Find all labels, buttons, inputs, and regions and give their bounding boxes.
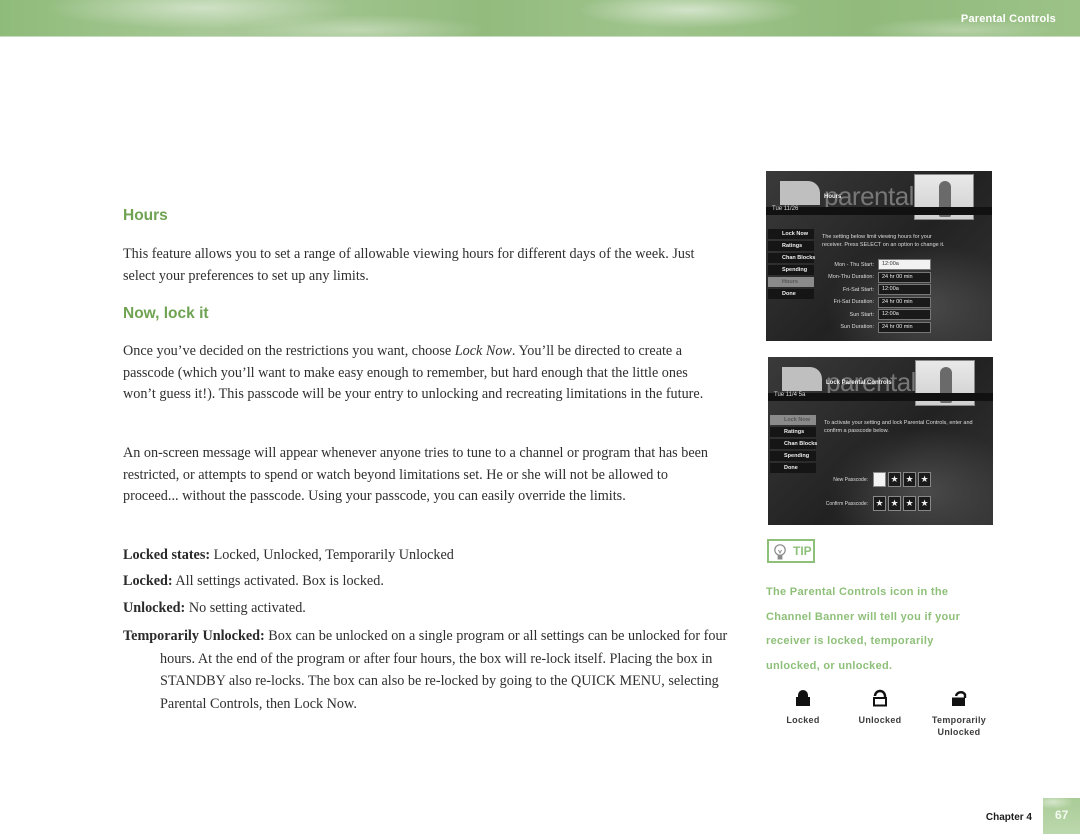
tip-text: The Parental Controls icon in the Channe… bbox=[766, 586, 961, 672]
setting-label: Fri-Sat Start: bbox=[842, 286, 874, 293]
hours-heading: Hours bbox=[123, 207, 168, 224]
passcode-digit: ★ bbox=[888, 496, 901, 511]
definition-temporarily-unlocked: Temporarily Unlocked: Box can be unlocke… bbox=[123, 625, 752, 715]
lock-closed-icon bbox=[763, 689, 843, 707]
passcode-digit: ★ bbox=[903, 496, 916, 511]
menu-item: Lock Now bbox=[768, 229, 814, 239]
menu-item: Spending bbox=[768, 265, 814, 275]
legend-label: Locked bbox=[786, 715, 820, 725]
term: Locked: bbox=[123, 573, 173, 589]
provider-logo bbox=[782, 367, 822, 391]
menu-item: Done bbox=[768, 289, 814, 299]
lock-text-a: Once you’ve decided on the restrictions … bbox=[123, 343, 455, 359]
setting-value: 24 hr 00 min bbox=[878, 321, 931, 333]
hours-screen-image: parental Hours Tue 11/26 Lock Now Rating… bbox=[766, 171, 992, 341]
definition: No setting activated. bbox=[185, 600, 306, 616]
term: Temporarily Unlocked: bbox=[123, 628, 265, 644]
lock-now-emphasis: Lock Now bbox=[454, 343, 512, 359]
menu-item: Ratings bbox=[768, 241, 814, 251]
new-passcode-label: New Passcode: bbox=[833, 476, 868, 483]
screen-menu: Lock Now Ratings Chan Blocks Spending Ho… bbox=[768, 229, 815, 301]
lightbulb-icon bbox=[773, 544, 787, 566]
confirm-passcode-row: Confirm Passcode: ★ ★ ★ ★ bbox=[822, 496, 933, 511]
hours-settings: Mon - Thu Start: 12:00a Mon-Thu Duration:… bbox=[816, 259, 931, 334]
setting-label: Mon-Thu Duration: bbox=[828, 274, 874, 280]
tip-badge: TIP bbox=[767, 539, 815, 563]
screen-menu: Lock Now Ratings Chan Blocks Spending Do… bbox=[770, 415, 817, 475]
screen-description: To activate your setting and lock Parent… bbox=[824, 420, 973, 434]
setting-row: Sun Start: 12:00a bbox=[816, 309, 931, 320]
menu-item: Ratings bbox=[770, 427, 816, 437]
setting-value: 24 hr 00 min bbox=[878, 296, 931, 308]
passcode-digit: ★ bbox=[873, 496, 886, 511]
menu-item: Chan Blocks bbox=[768, 253, 815, 263]
page-number: 67 bbox=[1055, 808, 1069, 822]
setting-row: Mon - Thu Start: 12:00a bbox=[816, 259, 931, 270]
new-passcode-row: New Passcode: ★ ★ ★ bbox=[822, 472, 933, 487]
lock-open-icon bbox=[840, 689, 920, 707]
setting-value: 24 hr 00 min bbox=[878, 271, 931, 283]
lock-screen-image: parental Lock Parental Controls Tue 11/4… bbox=[768, 357, 993, 525]
setting-row: Sun Duration: 24 hr 00 min bbox=[816, 321, 931, 333]
passcode-digit: ★ bbox=[918, 496, 931, 511]
locked-state-legend: Locked bbox=[763, 689, 843, 726]
definition-locked: Locked: All settings activated. Box is l… bbox=[123, 571, 723, 593]
passcode-digit: ★ bbox=[888, 472, 901, 487]
legend-label: Unlocked bbox=[858, 715, 902, 725]
setting-label: Sun Start: bbox=[849, 311, 874, 318]
screen-sublabel: Lock Parental Controls bbox=[826, 380, 892, 386]
setting-row: Mon-Thu Duration: 24 hr 00 min bbox=[816, 271, 931, 283]
lock-temp-icon bbox=[919, 689, 999, 707]
passcode-digit: ★ bbox=[918, 472, 931, 487]
lock-paragraph: Once you’ve decided on the restrictions … bbox=[123, 341, 723, 406]
legend-label: Temporarily Unlocked bbox=[931, 715, 987, 737]
tip-label: TIP bbox=[793, 544, 812, 558]
setting-value: 12:00a bbox=[878, 259, 931, 270]
screen-description: The setting below limit viewing hours fo… bbox=[822, 234, 945, 248]
chapter-label: Chapter 4 bbox=[985, 812, 1032, 823]
term: Locked states: bbox=[123, 547, 211, 563]
section-title: Parental Controls bbox=[960, 13, 1056, 25]
definition: Locked, Unlocked, Temporarily Unlocked bbox=[210, 547, 454, 563]
menu-item-selected: Hours bbox=[768, 277, 814, 287]
definition-unlocked: Unlocked: No setting activated. bbox=[123, 598, 723, 620]
screen-date: Tue 11/4 5a bbox=[774, 392, 806, 398]
term: Unlocked: bbox=[123, 600, 186, 616]
provider-logo bbox=[780, 181, 820, 205]
temp-unlocked-state-legend: Temporarily Unlocked bbox=[919, 689, 999, 738]
menu-item: Chan Blocks bbox=[770, 439, 817, 449]
lock-heading: Now, lock it bbox=[123, 305, 209, 322]
menu-item: Done bbox=[770, 463, 816, 473]
menu-item-selected: Lock Now bbox=[770, 415, 816, 425]
setting-value: 12:00a bbox=[878, 309, 931, 320]
message-paragraph: An on-screen message will appear wheneve… bbox=[123, 445, 709, 505]
setting-label: Sun Duration: bbox=[840, 324, 874, 330]
page-number-box: 67 bbox=[1043, 798, 1080, 834]
setting-label: Fri-Sat Duration: bbox=[833, 299, 874, 305]
passcode-digit bbox=[873, 472, 886, 487]
screen-date: Tue 11/26 bbox=[772, 206, 799, 212]
confirm-passcode-label: Confirm Passcode: bbox=[825, 500, 868, 507]
setting-value: 12:00a bbox=[878, 284, 931, 295]
setting-row: Fri-Sat Start: 12:00a bbox=[816, 284, 931, 295]
setting-label: Mon - Thu Start: bbox=[834, 261, 874, 268]
hours-paragraph: This feature allows you to set a range o… bbox=[123, 246, 695, 284]
menu-item: Spending bbox=[770, 451, 816, 461]
passcode-digit: ★ bbox=[903, 472, 916, 487]
definition-locked-states: Locked states: Locked, Unlocked, Tempora… bbox=[123, 545, 723, 567]
setting-row: Fri-Sat Duration: 24 hr 00 min bbox=[816, 296, 931, 308]
definition: All settings activated. Box is locked. bbox=[172, 573, 384, 589]
unlocked-state-legend: Unlocked bbox=[840, 689, 920, 726]
top-banner: Parental Controls bbox=[0, 0, 1080, 37]
screen-sublabel: Hours bbox=[824, 194, 842, 200]
